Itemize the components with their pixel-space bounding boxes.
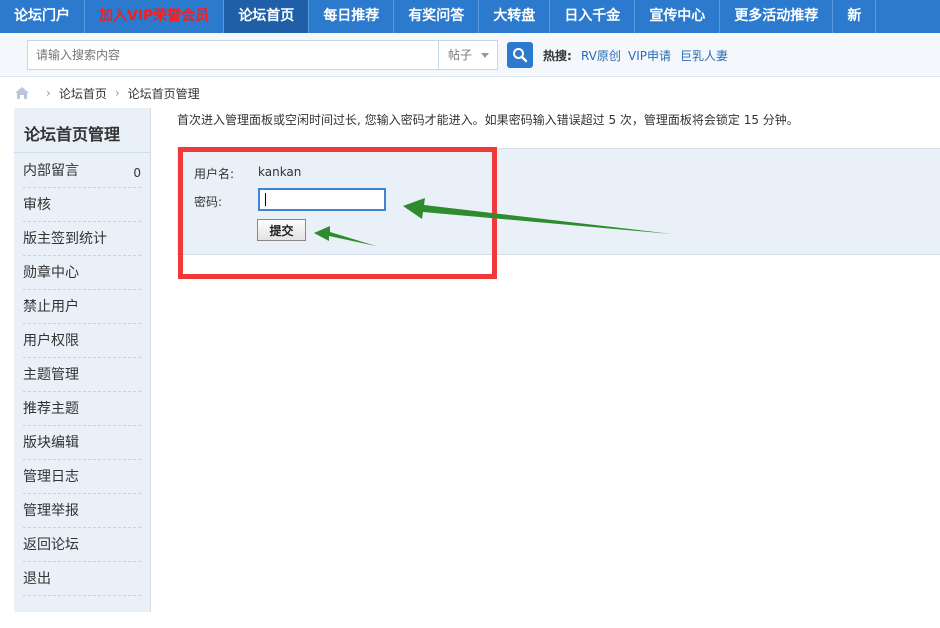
password-field[interactable] <box>258 188 386 211</box>
sidebar-item-user-permissions[interactable]: 用户权限 <box>23 324 141 358</box>
sidebar-item-label: 审核 <box>23 197 51 213</box>
sidebar-item-label: 勋章中心 <box>23 265 79 281</box>
top-nav: 论坛门户 加入VIP荣誉会员 论坛首页 每日推荐 有奖问答 大转盘 日入千金 宣… <box>0 0 940 33</box>
sidebar-item-reports[interactable]: 管理举报 <box>23 494 141 528</box>
breadcrumb: › 论坛首页 › 论坛首页管理 <box>14 84 200 102</box>
sidebar-item-label: 禁止用户 <box>23 299 79 315</box>
hot-link-3[interactable]: 巨乳人妻 <box>680 47 728 64</box>
message-count: 0 <box>133 166 141 180</box>
username-label: 用户名: <box>194 167 235 181</box>
sidebar-item-label: 管理举报 <box>23 503 79 519</box>
sidebar-item-ban-user[interactable]: 禁止用户 <box>23 290 141 324</box>
search-bar: 帖子 热搜: RV原创 VIP申请 巨乳人妻 <box>0 33 940 77</box>
search-type-select[interactable]: 帖子 <box>438 40 498 70</box>
sidebar-item-label: 用户权限 <box>23 333 79 349</box>
sidebar-item-logout[interactable]: 退出 <box>23 562 141 596</box>
search-input[interactable] <box>27 40 438 70</box>
sidebar-divider <box>14 152 151 153</box>
nav-item-forum-home[interactable]: 论坛首页 <box>224 0 310 33</box>
chevron-down-icon <box>481 53 489 58</box>
password-label: 密码: <box>194 195 223 209</box>
sidebar-item-review[interactable]: 审核 <box>23 188 141 222</box>
breadcrumb-current: 论坛首页管理 <box>127 86 200 101</box>
admin-notice: 首次进入管理面板或空闲时间过长, 您输入密码才能进入。如果密码输入错误超过 5 … <box>177 113 799 127</box>
nav-item-vip[interactable]: 加入VIP荣誉会员 <box>85 0 225 33</box>
sidebar-item-label: 主题管理 <box>23 367 79 383</box>
nav-item-daily-income[interactable]: 日入千金 <box>550 0 636 33</box>
hot-search-label: 热搜: <box>543 49 572 63</box>
sidebar-item-label: 返回论坛 <box>23 537 79 553</box>
search-icon <box>513 48 528 63</box>
sidebar-item-label: 内部留言 <box>23 163 79 179</box>
home-icon[interactable] <box>14 86 30 100</box>
nav-item-daily-picks[interactable]: 每日推荐 <box>309 0 395 33</box>
sidebar-item-label: 退出 <box>23 571 51 587</box>
nav-item-more-events[interactable]: 更多活动推荐 <box>720 0 834 33</box>
sidebar-item-recommended-threads[interactable]: 推荐主题 <box>23 392 141 426</box>
sidebar-item-thread-management[interactable]: 主题管理 <box>23 358 141 392</box>
hot-link-rv[interactable]: RV原创 <box>581 47 621 64</box>
sidebar-item-board-edit[interactable]: 版块编辑 <box>23 426 141 460</box>
sidebar-item-internal-messages[interactable]: 内部留言 0 <box>23 154 141 188</box>
sidebar-item-moderator-checkin[interactable]: 版主签到统计 <box>23 222 141 256</box>
hot-link-vip[interactable]: VIP申请 <box>628 47 671 64</box>
sidebar-item-back-to-forum[interactable]: 返回论坛 <box>23 528 141 562</box>
submit-button[interactable]: 提交 <box>257 219 306 241</box>
sidebar-item-label: 版块编辑 <box>23 435 79 451</box>
nav-item-qa[interactable]: 有奖问答 <box>394 0 480 33</box>
nav-item-wheel[interactable]: 大转盘 <box>479 0 551 33</box>
sidebar-item-label: 推荐主题 <box>23 401 79 417</box>
nav-item-new[interactable]: 新 <box>833 0 877 33</box>
nav-item-portal[interactable]: 论坛门户 <box>0 0 85 33</box>
sidebar-item-medal-center[interactable]: 勋章中心 <box>23 256 141 290</box>
sidebar-title: 论坛首页管理 <box>24 125 121 144</box>
search-button[interactable] <box>507 42 533 68</box>
sidebar: 论坛首页管理 内部留言 0 审核 版主签到统计 勋章中心 禁止用户 用户权限 主… <box>14 108 151 612</box>
breadcrumb-separator: › <box>46 86 51 100</box>
breadcrumb-separator: › <box>114 86 120 100</box>
nav-item-promo-center[interactable]: 宣传中心 <box>635 0 721 33</box>
search-type-label: 帖子 <box>448 48 473 62</box>
username-value: kankan <box>258 165 302 179</box>
sidebar-item-label: 版主签到统计 <box>23 231 107 247</box>
text-cursor <box>265 193 266 206</box>
sidebar-item-label: 管理日志 <box>23 469 79 485</box>
breadcrumb-forum-home[interactable]: 论坛首页 <box>59 85 107 102</box>
sidebar-item-admin-log[interactable]: 管理日志 <box>23 460 141 494</box>
